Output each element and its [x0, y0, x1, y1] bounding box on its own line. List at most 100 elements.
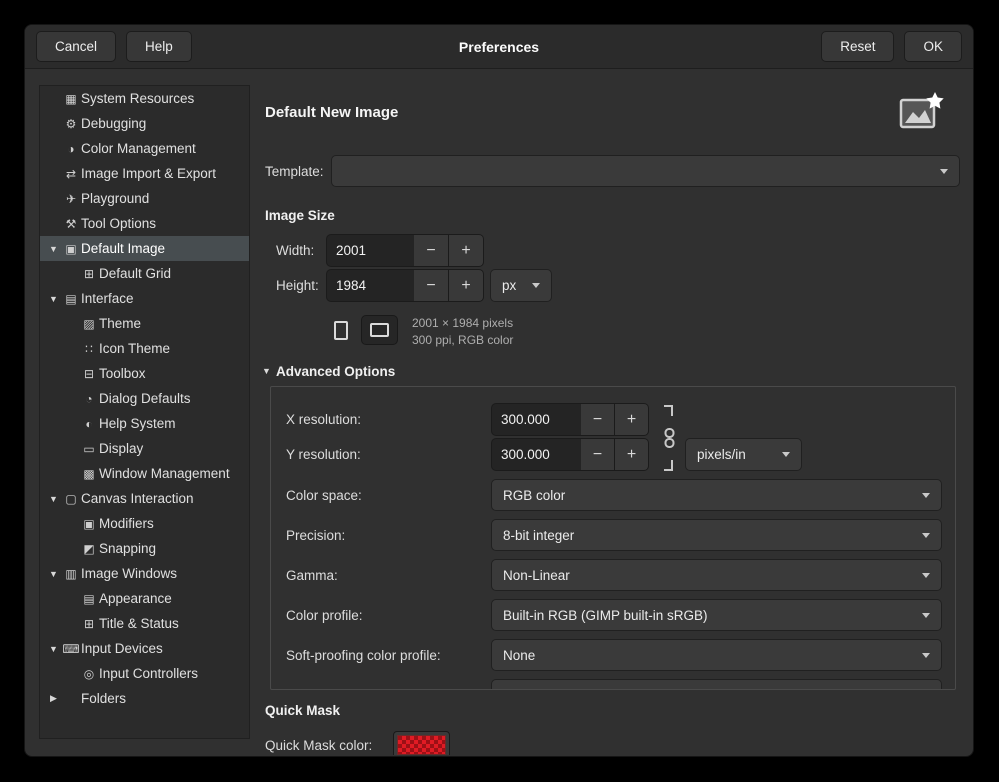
sidebar-item-toolbox[interactable]: ⊟Toolbox [40, 361, 249, 386]
theme-icon: ▨ [80, 317, 98, 331]
soft-proofing-color-profile-dropdown[interactable]: None [491, 639, 942, 671]
sidebar-item-playground[interactable]: ✈Playground [40, 186, 249, 211]
color-profile-row: Color profile:Built-in RGB (GIMP built-i… [271, 599, 955, 631]
help-system-icon: ◐ [80, 417, 98, 431]
sidebar-item-icon-theme[interactable]: ∷Icon Theme [40, 336, 249, 361]
x-resolution-increment-button[interactable]: + [615, 403, 649, 436]
image-windows-icon: ▥ [62, 567, 80, 581]
expander-arrow-icon[interactable]: ▶ [45, 693, 62, 704]
sidebar-item-input-controllers[interactable]: ◎Input Controllers [40, 661, 249, 686]
sidebar-item-canvas-interaction[interactable]: ▼▢Canvas Interaction [40, 486, 249, 511]
expander-arrow-icon[interactable]: ▼ [45, 644, 62, 654]
help-button[interactable]: Help [126, 31, 192, 62]
portrait-orientation-button[interactable] [330, 315, 352, 345]
sidebar-item-modifiers[interactable]: ▣Modifiers [40, 511, 249, 536]
sidebar-item-title-status[interactable]: ⊞Title & Status [40, 611, 249, 636]
cancel-button[interactable]: Cancel [36, 31, 116, 62]
sidebar-item-label: Color Management [80, 141, 196, 156]
expander-arrow-icon[interactable]: ▼ [45, 494, 62, 504]
orientation-row: 2001 × 1984 pixels 300 ppi, RGB color [261, 315, 960, 349]
landscape-orientation-button[interactable] [361, 315, 398, 345]
precision-dropdown[interactable]: 8-bit integer [491, 519, 942, 551]
expander-arrow-icon[interactable]: ▼ [45, 569, 62, 579]
sidebar-item-dialog-defaults[interactable]: ◔Dialog Defaults [40, 386, 249, 411]
input-devices-icon: ⌨ [62, 642, 80, 656]
template-dropdown[interactable] [331, 155, 960, 187]
page-title: Default New Image [265, 104, 398, 121]
chevron-down-icon [922, 533, 930, 538]
reset-button[interactable]: Reset [821, 31, 894, 62]
sidebar-item-label: Image Import & Export [80, 166, 216, 181]
expander-arrow-icon[interactable]: ▼ [45, 294, 62, 304]
sidebar-item-image-windows[interactable]: ▼▥Image Windows [40, 561, 249, 586]
height-decrement-button[interactable]: − [414, 269, 449, 302]
advanced-options-frame: X resolution: − + Y resolution: − + pixe… [270, 386, 956, 690]
modifiers-icon: ▣ [80, 517, 98, 531]
soft-proofing-color-profile-row: Soft-proofing color profile:None [271, 639, 955, 671]
display-icon: ▭ [80, 442, 98, 456]
sidebar-item-display[interactable]: ▭Display [40, 436, 249, 461]
y-resolution-decrement-button[interactable]: − [581, 438, 615, 471]
expander-triangle-icon: ▼ [262, 366, 276, 376]
sidebar-item-default-image[interactable]: ▼▣Default Image [40, 236, 249, 261]
dialog-defaults-icon: ◔ [80, 392, 98, 406]
resolution-unit-value: pixels/in [697, 447, 746, 462]
y-resolution-input[interactable] [491, 438, 581, 471]
sidebar-item-default-grid[interactable]: ⊞Default Grid [40, 261, 249, 286]
sidebar-item-theme[interactable]: ▨Theme [40, 311, 249, 336]
window-management-icon: ▩ [80, 467, 98, 481]
width-label: Width: [276, 243, 326, 258]
sidebar-item-system-resources[interactable]: ▦System Resources [40, 86, 249, 111]
color-profile-dropdown[interactable]: Built-in RGB (GIMP built-in sRGB) [491, 599, 942, 631]
title-status-icon: ⊞ [80, 617, 98, 631]
sidebar-item-snapping[interactable]: ◩Snapping [40, 536, 249, 561]
sidebar-item-interface[interactable]: ▼▤Interface [40, 286, 249, 311]
ok-button[interactable]: OK [904, 31, 962, 62]
sidebar-item-label: Default Grid [98, 266, 171, 281]
height-increment-button[interactable]: + [449, 269, 484, 302]
sidebar-item-input-devices[interactable]: ▼⌨Input Devices [40, 636, 249, 661]
x-resolution-decrement-button[interactable]: − [581, 403, 615, 436]
debugging-icon: ⚙ [62, 117, 80, 131]
y-resolution-increment-button[interactable]: + [615, 438, 649, 471]
sidebar-item-help-system[interactable]: ◐Help System [40, 411, 249, 436]
gamma-dropdown[interactable]: Non-Linear [491, 559, 942, 591]
color-space-row: Color space:RGB color [271, 479, 955, 511]
sidebar-item-tool-options[interactable]: ⚒Tool Options [40, 211, 249, 236]
sidebar-item-debugging[interactable]: ⚙Debugging [40, 111, 249, 136]
sidebar-item-image-import-export[interactable]: ⇄Image Import & Export [40, 161, 249, 186]
color-space-dropdown[interactable]: RGB color [491, 479, 942, 511]
color-profile-label: Color profile: [286, 608, 491, 623]
chevron-down-icon [922, 493, 930, 498]
resolution-unit-dropdown[interactable]: pixels/in [685, 438, 802, 471]
sidebar-item-label: Canvas Interaction [80, 491, 194, 506]
expander-arrow-icon[interactable]: ▼ [45, 244, 62, 254]
sidebar-item-window-management[interactable]: ▩Window Management [40, 461, 249, 486]
sidebar-item-appearance[interactable]: ▤Appearance [40, 586, 249, 611]
height-input[interactable] [326, 269, 414, 302]
minus-icon: − [593, 412, 602, 428]
sidebar-item-label: Debugging [80, 116, 146, 131]
sidebar-item-label: Toolbox [98, 366, 146, 381]
width-increment-button[interactable]: + [449, 234, 484, 267]
width-decrement-button[interactable]: − [414, 234, 449, 267]
width-input[interactable] [326, 234, 414, 267]
sidebar-item-folders[interactable]: ▶Folders [40, 686, 249, 711]
tool-options-icon: ⚒ [62, 217, 80, 231]
x-resolution-input[interactable] [491, 403, 581, 436]
sidebar-item-color-management[interactable]: ◑Color Management [40, 136, 249, 161]
soft-proofing-color-profile-label: Soft-proofing color profile: [286, 648, 491, 663]
size-unit-dropdown[interactable]: px [490, 269, 552, 302]
clipped-row [271, 679, 955, 690]
clipped-dropdown[interactable] [491, 679, 942, 690]
chain-link-icon[interactable] [661, 403, 677, 473]
chevron-down-icon [940, 169, 948, 174]
quick-mask-color-swatch[interactable] [393, 731, 450, 755]
sidebar-item-label: Appearance [98, 591, 172, 606]
advanced-options-expander[interactable]: ▼ Advanced Options [261, 362, 960, 380]
sidebar-item-label: Help System [98, 416, 176, 431]
width-row: Width: − + [261, 234, 960, 267]
sidebar-item-label: Input Devices [80, 641, 163, 656]
dropdown-value: Non-Linear [503, 568, 570, 583]
headerbar-right: Reset OK [821, 31, 962, 62]
